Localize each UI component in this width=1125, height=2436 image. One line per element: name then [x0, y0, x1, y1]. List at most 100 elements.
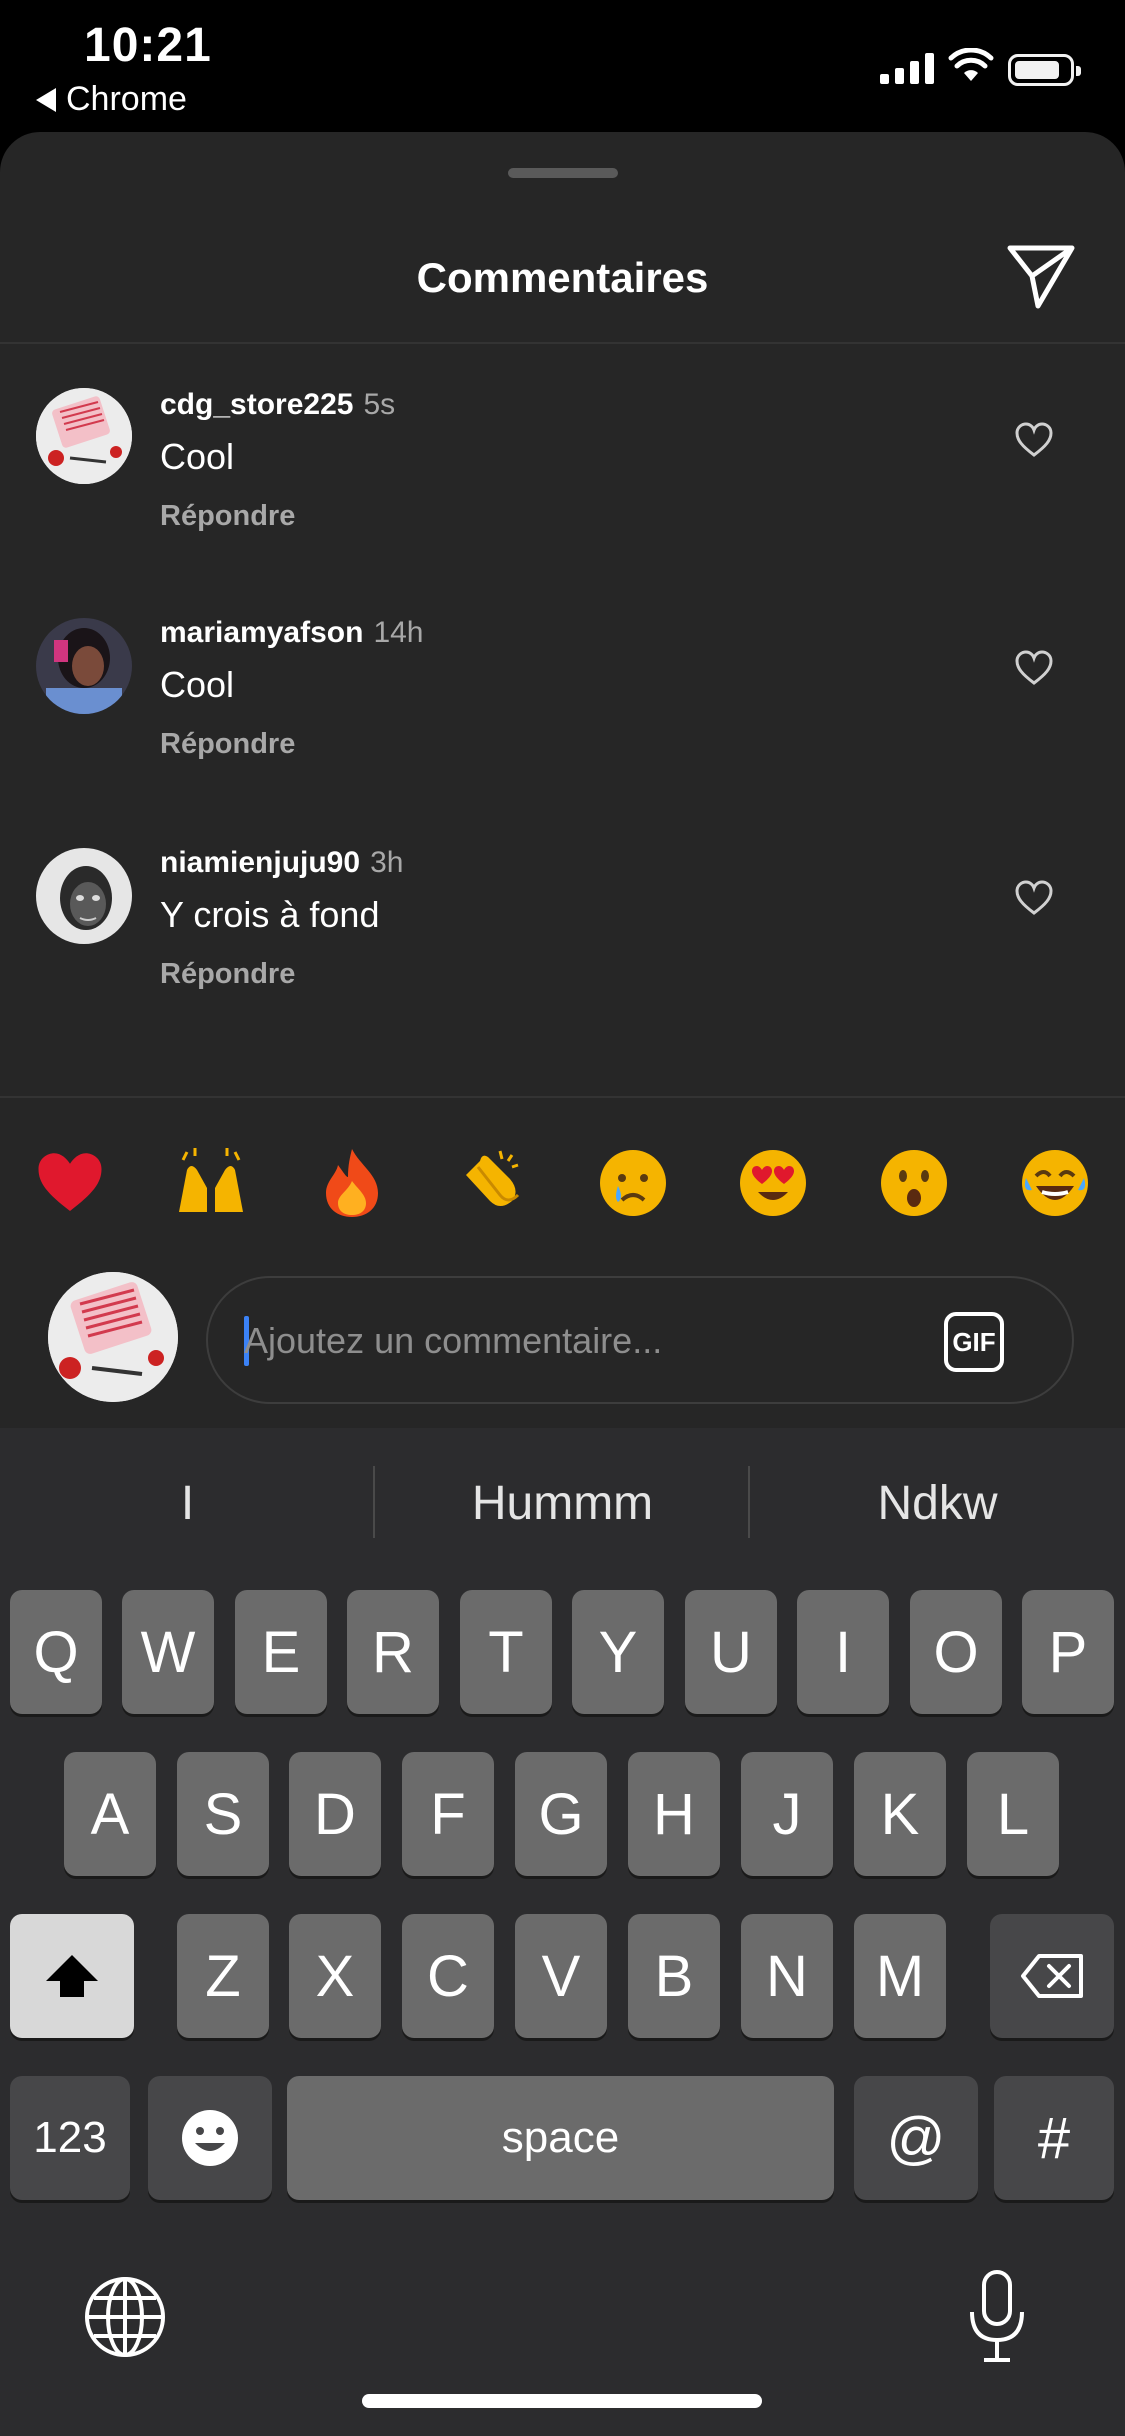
- at-key[interactable]: @: [854, 2076, 978, 2200]
- reply-button[interactable]: Répondre: [160, 958, 295, 991]
- fire-icon: [325, 1149, 378, 1217]
- delete-key[interactable]: [990, 1914, 1114, 2038]
- predictive-bar: I Hummm Ndkw: [0, 1428, 1125, 1578]
- microphone-icon[interactable]: [964, 2268, 1030, 2368]
- crying-face-icon: [599, 1150, 666, 1216]
- key-o[interactable]: O: [910, 1590, 1002, 1714]
- key-x[interactable]: X: [289, 1914, 381, 2038]
- comment-time: 14h: [373, 616, 424, 649]
- key-f[interactable]: F: [402, 1752, 494, 1876]
- shift-key[interactable]: [10, 1914, 134, 2038]
- comment-time: 5s: [363, 388, 396, 421]
- numbers-key[interactable]: 123: [10, 2076, 130, 2200]
- key-c[interactable]: C: [402, 1914, 494, 2038]
- comment-item: cdg_store225 5s Cool Répondre: [0, 344, 1125, 564]
- globe-icon[interactable]: [82, 2274, 168, 2360]
- reaction-laughing-button[interactable]: [984, 1128, 1125, 1238]
- reaction-clapping-button[interactable]: [422, 1128, 563, 1238]
- battery-icon: [1008, 54, 1081, 86]
- clock: 10:21: [84, 19, 212, 72]
- like-heart-icon[interactable]: [1014, 420, 1054, 460]
- raising-hands-icon: [178, 1148, 243, 1212]
- key-n[interactable]: N: [741, 1914, 833, 2038]
- key-l[interactable]: L: [967, 1752, 1059, 1876]
- quick-reactions-bar: [0, 1128, 1125, 1238]
- key-t[interactable]: T: [460, 1590, 552, 1714]
- suggestion-3[interactable]: Ndkw: [750, 1476, 1125, 1531]
- reaction-heart-button[interactable]: [0, 1128, 141, 1238]
- key-g[interactable]: G: [515, 1752, 607, 1876]
- reaction-heart-eyes-button[interactable]: [703, 1128, 844, 1238]
- key-s[interactable]: S: [177, 1752, 269, 1876]
- avatar[interactable]: [36, 388, 132, 484]
- divider: [0, 1096, 1125, 1098]
- emoji-key[interactable]: [148, 2076, 272, 2200]
- key-j[interactable]: J: [741, 1752, 833, 1876]
- my-avatar: [48, 1272, 178, 1402]
- hash-key[interactable]: #: [994, 2076, 1114, 2200]
- reply-button[interactable]: Répondre: [160, 500, 295, 533]
- space-bar[interactable]: space: [287, 2076, 834, 2200]
- backspace-icon: [1021, 1954, 1083, 1998]
- sheet-title: Commentaires: [416, 254, 709, 301]
- reaction-raising-hands-button[interactable]: [141, 1128, 282, 1238]
- comment-username[interactable]: niamienjuju90 3h: [160, 846, 403, 880]
- like-heart-icon[interactable]: [1014, 648, 1054, 688]
- key-a[interactable]: A: [64, 1752, 156, 1876]
- key-v[interactable]: V: [515, 1914, 607, 2038]
- key-i[interactable]: I: [797, 1590, 889, 1714]
- comment-composer: Ajoutez un commentaire... GIF: [0, 1272, 1125, 1432]
- key-m[interactable]: M: [854, 1914, 946, 2038]
- gif-button[interactable]: GIF: [944, 1312, 1004, 1372]
- key-w[interactable]: W: [122, 1590, 214, 1714]
- back-to-app-button[interactable]: Chrome: [36, 80, 187, 119]
- comment-username[interactable]: mariamyafson 14h: [160, 616, 424, 650]
- reaction-surprised-button[interactable]: [844, 1128, 985, 1238]
- avatar[interactable]: [36, 848, 132, 944]
- key-e[interactable]: E: [235, 1590, 327, 1714]
- key-d[interactable]: D: [289, 1752, 381, 1876]
- like-heart-icon[interactable]: [1014, 878, 1054, 918]
- key-u[interactable]: U: [685, 1590, 777, 1714]
- comment-input-placeholder: Ajoutez un commentaire...: [244, 1320, 663, 1361]
- key-y[interactable]: Y: [572, 1590, 664, 1714]
- comment-item: mariamyafson 14h Cool Répondre: [0, 576, 1125, 796]
- suggestion-2[interactable]: Hummm: [375, 1476, 750, 1531]
- key-h[interactable]: H: [628, 1752, 720, 1876]
- comment-username[interactable]: cdg_store225 5s: [160, 388, 395, 422]
- keyboard: I Hummm Ndkw Q W E R T Y U I O P A S D F…: [0, 1428, 1125, 2436]
- sheet-grabber[interactable]: [508, 168, 618, 178]
- back-arrow-icon: [36, 87, 56, 112]
- key-q[interactable]: Q: [10, 1590, 102, 1714]
- share-icon[interactable]: [1002, 236, 1080, 314]
- comment-time: 3h: [370, 846, 404, 879]
- key-r[interactable]: R: [347, 1590, 439, 1714]
- comment-text: Y crois à fond: [160, 894, 380, 935]
- cellular-signal-icon: [880, 52, 934, 84]
- key-z[interactable]: Z: [177, 1914, 269, 2038]
- suggestion-1[interactable]: I: [0, 1476, 375, 1531]
- shift-arrow-icon: [46, 1955, 98, 1997]
- status-bar: 10:21 Chrome: [0, 0, 1125, 135]
- emoji-face-icon: [182, 2110, 238, 2166]
- home-indicator[interactable]: [362, 2394, 762, 2408]
- composer-area: Ajoutez un commentaire... GIF: [0, 1096, 1125, 1430]
- reaction-crying-button[interactable]: [563, 1128, 704, 1238]
- back-app-label: Chrome: [66, 80, 187, 118]
- reaction-fire-button[interactable]: [281, 1128, 422, 1238]
- red-heart-icon: [38, 1153, 102, 1211]
- avatar[interactable]: [36, 618, 132, 714]
- reply-button[interactable]: Répondre: [160, 728, 295, 761]
- tears-of-joy-face-icon: [1021, 1150, 1088, 1216]
- key-p[interactable]: P: [1022, 1590, 1114, 1714]
- comment-text: Cool: [160, 664, 235, 705]
- key-k[interactable]: K: [854, 1752, 946, 1876]
- comment-item: niamienjuju90 3h Y crois à fond Répondre: [0, 808, 1125, 1028]
- surprised-face-icon: [881, 1150, 948, 1216]
- comment-text: Cool: [160, 436, 235, 477]
- key-b[interactable]: B: [628, 1914, 720, 2038]
- heart-eyes-face-icon: [740, 1150, 807, 1216]
- clapping-hands-icon: [466, 1150, 520, 1206]
- wifi-icon: [948, 48, 994, 81]
- comment-input[interactable]: Ajoutez un commentaire... GIF: [206, 1276, 1074, 1404]
